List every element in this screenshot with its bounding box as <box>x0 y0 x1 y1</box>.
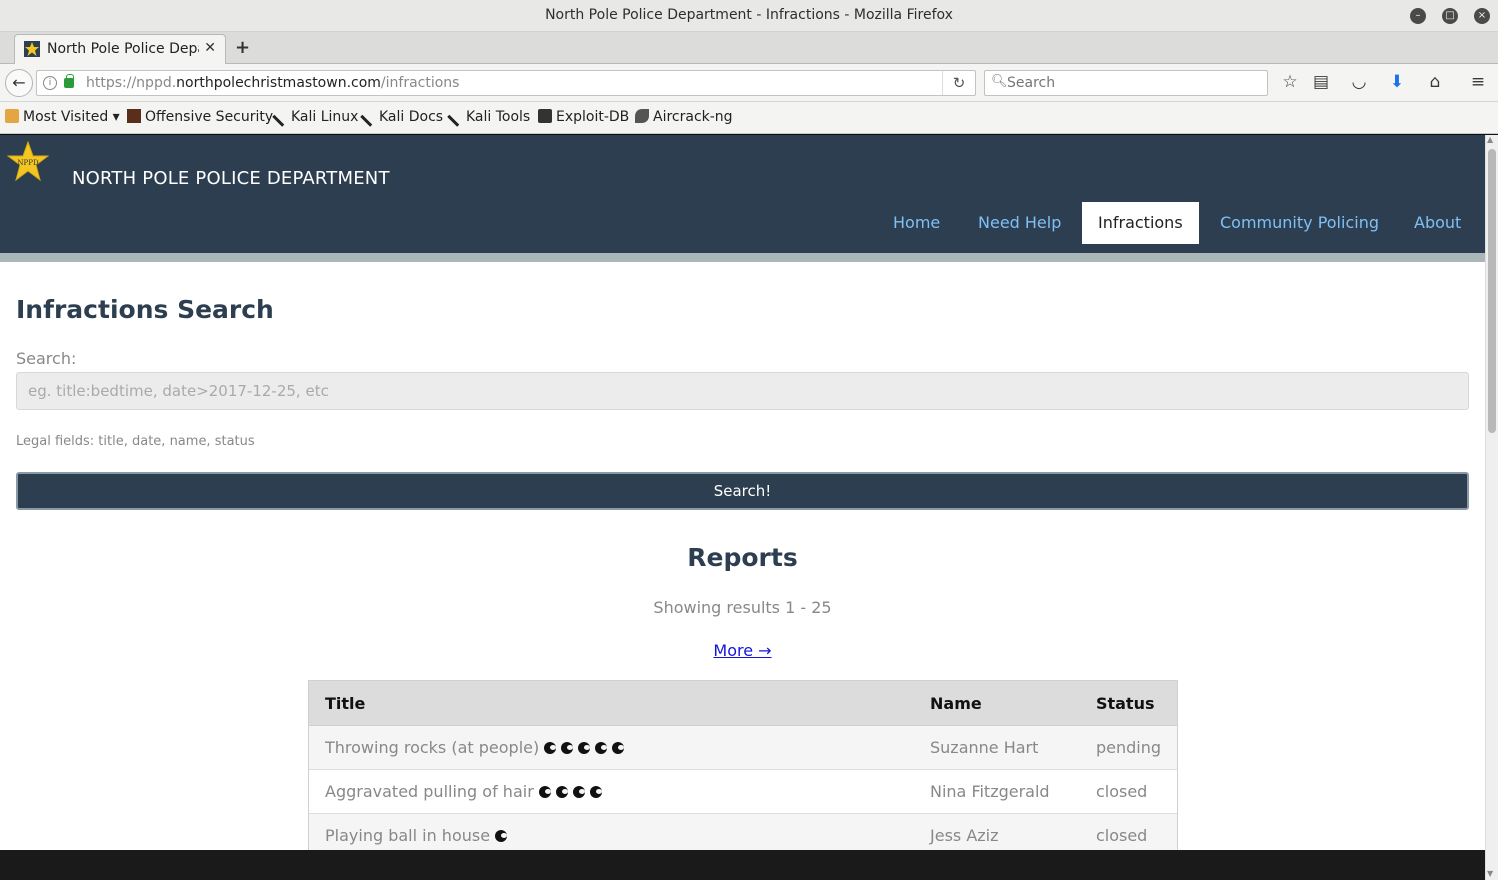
coal-icon <box>544 742 557 754</box>
bookmark-most-visited[interactable]: Most Visited ▾ <box>5 109 120 125</box>
table-header-row: Title Name Status <box>308 680 1178 726</box>
menu-icon[interactable]: ≡ <box>1467 72 1489 92</box>
coal-icon <box>538 786 551 798</box>
row-name: Jess Aziz <box>914 813 1080 850</box>
browser-search-field[interactable]: 🔍︎ <box>984 70 1268 96</box>
pocket-icon[interactable]: ◡ <box>1348 72 1370 92</box>
results-count: Showing results 1 - 25 <box>653 598 832 617</box>
folder-icon <box>5 109 19 123</box>
coal-icon <box>578 742 591 754</box>
browser-tab[interactable]: North Pole Police Department - Infractio… <box>14 34 226 65</box>
coal-icon <box>595 742 608 754</box>
scrollbar-thumb[interactable] <box>1488 149 1496 433</box>
more-results-wrap: More → <box>0 641 1485 660</box>
taskbar <box>0 850 1485 880</box>
bookmark-aircrack-ng[interactable]: Aircrack-ng <box>635 109 733 125</box>
svg-text:NPPD: NPPD <box>17 159 39 167</box>
search-label: Search: <box>16 349 77 368</box>
new-tab-icon[interactable]: + <box>235 37 250 58</box>
coal-icon <box>589 786 602 798</box>
bookmark-exploit-db[interactable]: Exploit-DB <box>538 109 629 125</box>
close-tab-icon[interactable]: ✕ <box>204 40 216 56</box>
nav-toolbar: ← i https://nppd.northpolechristmastown.… <box>0 64 1498 102</box>
lock-icon <box>64 74 74 88</box>
kali-dragon-icon <box>272 111 288 127</box>
star-badge-icon <box>24 41 40 57</box>
exploit-db-icon <box>538 109 552 123</box>
coal-icon <box>555 786 568 798</box>
reload-icon[interactable]: ↻ <box>942 71 975 95</box>
scroll-up-icon[interactable]: ▲ <box>1487 135 1493 144</box>
nav-home[interactable]: Home <box>877 202 956 244</box>
row-title: Throwing rocks (at people) <box>325 738 540 757</box>
search-icon: 🔍︎ <box>991 74 1008 89</box>
bookmark-kali-linux[interactable]: Kali Linux <box>272 109 358 127</box>
table-row[interactable]: Aggravated pulling of hair Nina Fitzgeral… <box>308 769 1178 814</box>
search-heading: Infractions Search <box>16 295 274 324</box>
maximize-icon[interactable]: □ <box>1442 8 1458 24</box>
column-header-title: Title <box>308 680 914 726</box>
row-name: Nina Fitzgerald <box>914 769 1080 814</box>
row-title: Playing ball in house <box>325 826 491 846</box>
coal-icon <box>561 742 574 754</box>
more-link[interactable]: More → <box>713 641 771 660</box>
police-star-logo: NPPD <box>7 141 49 182</box>
reading-list-icon[interactable]: ▤ <box>1310 72 1332 92</box>
table-row[interactable]: Playing ball in house Jess Aziz closed <box>308 813 1178 850</box>
column-header-name: Name <box>914 680 1080 726</box>
coal-icon <box>495 830 508 843</box>
tab-bar: North Pole Police Department - Infractio… <box>0 32 1498 65</box>
home-icon[interactable]: ⌂ <box>1424 72 1446 92</box>
nav-about[interactable]: About <box>1398 202 1477 244</box>
url-bar[interactable]: i https://nppd.northpolechristmastown.co… <box>36 70 976 96</box>
scroll-down-icon[interactable]: ▼ <box>1487 869 1493 878</box>
table-row[interactable]: Throwing rocks (at people) Suzanne Hart pe… <box>308 725 1178 770</box>
coal-icon <box>612 742 625 754</box>
url-text[interactable]: https://nppd.northpolechristmastown.com/… <box>86 75 459 91</box>
reports-heading: Reports <box>687 543 798 572</box>
page-viewport: NPPD NORTH POLE POLICE DEPARTMENT Home N… <box>0 135 1485 850</box>
infractions-search-input[interactable] <box>16 372 1469 410</box>
download-icon[interactable]: ⬇ <box>1386 72 1408 92</box>
tab-title: North Pole Police Department - Infractio… <box>47 41 199 57</box>
row-status: closed <box>1079 813 1178 850</box>
info-icon[interactable]: i <box>43 76 57 90</box>
row-title-cell: Aggravated pulling of hair <box>308 769 914 814</box>
bookmark-offensive-security[interactable]: Offensive Security <box>127 109 273 125</box>
back-button[interactable]: ← <box>5 69 33 97</box>
bookmarks-toolbar: Most Visited ▾ Offensive Security Kali L… <box>0 102 1498 134</box>
nav-infractions[interactable]: Infractions <box>1082 202 1199 244</box>
row-title-cell: Playing ball in house <box>308 813 914 850</box>
row-title-cell: Throwing rocks (at people) <box>308 725 914 770</box>
nav-need-help[interactable]: Need Help <box>962 202 1077 244</box>
minimize-icon[interactable]: – <box>1410 8 1426 24</box>
row-name: Suzanne Hart <box>914 725 1080 770</box>
coal-icon <box>572 786 585 798</box>
window-title: North Pole Police Department - Infractio… <box>545 7 953 23</box>
site-header: NPPD NORTH POLE POLICE DEPARTMENT Home N… <box>0 135 1485 253</box>
close-window-icon[interactable]: × <box>1474 8 1490 24</box>
kali-dragon-icon <box>447 111 463 127</box>
bookmark-kali-tools[interactable]: Kali Tools <box>447 109 530 127</box>
search-button[interactable]: Search! <box>16 472 1469 510</box>
browser-search-input[interactable] <box>1007 73 1262 93</box>
window-titlebar: North Pole Police Department - Infractio… <box>0 0 1498 32</box>
bookmark-star-icon[interactable]: ☆ <box>1279 72 1301 92</box>
kali-dragon-icon <box>360 111 376 127</box>
site-brand[interactable]: NORTH POLE POLICE DEPARTMENT <box>72 168 390 189</box>
column-header-status: Status <box>1079 680 1178 726</box>
bookmark-kali-docs[interactable]: Kali Docs <box>360 109 443 127</box>
page-scrollbar[interactable]: ▲ ▼ <box>1485 135 1498 880</box>
row-status: closed <box>1079 769 1178 814</box>
nav-community-policing[interactable]: Community Policing <box>1204 202 1395 244</box>
row-title: Aggravated pulling of hair <box>325 782 534 801</box>
reports-table: Title Name Status Throwing rocks (at peo… <box>308 680 1178 850</box>
search-help-text: Legal fields: title, date, name, status <box>16 434 255 449</box>
offsec-icon <box>127 109 141 123</box>
header-divider <box>0 253 1485 262</box>
aircrack-icon <box>635 109 649 123</box>
row-status: pending <box>1079 725 1178 770</box>
